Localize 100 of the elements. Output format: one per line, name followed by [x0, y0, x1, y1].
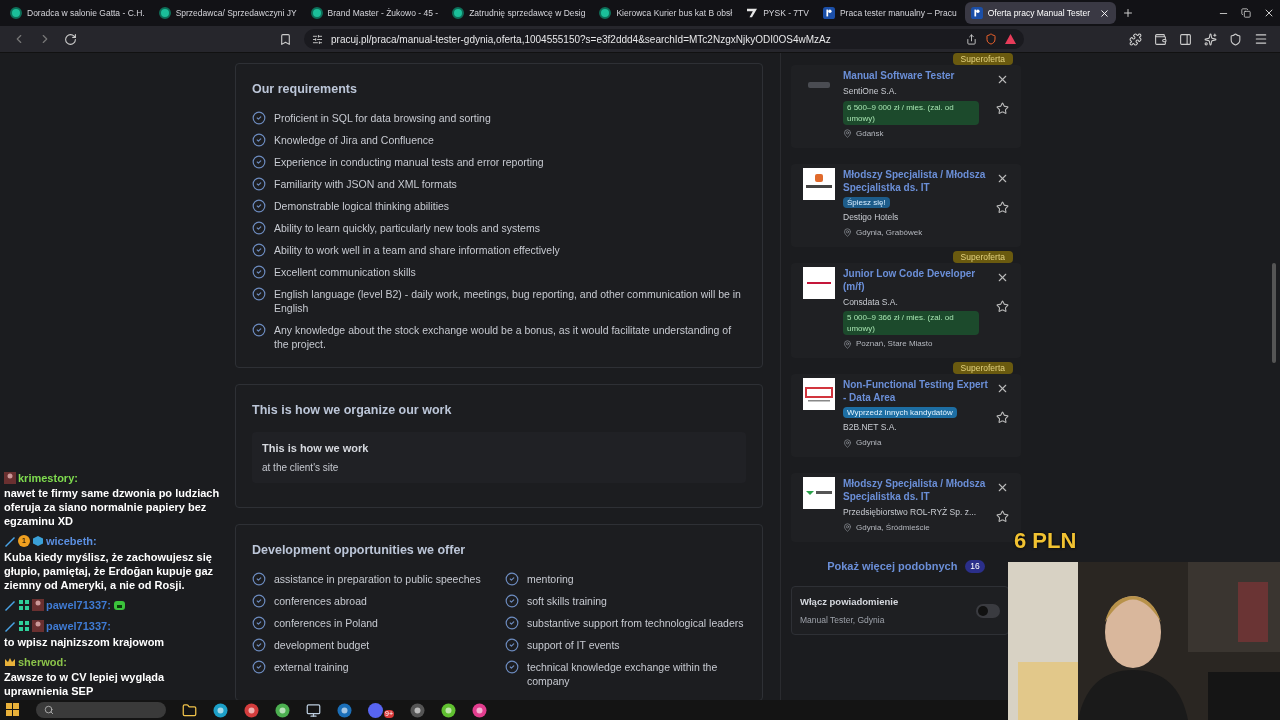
offer-card[interactable]: Manual Software Tester SentiOne S.A. 6 500–9 000 zł / mies. (zal. od umowy) Gdańsk [791, 65, 1021, 148]
app-icon[interactable] [244, 702, 259, 718]
share-icon[interactable] [966, 33, 977, 45]
favorite-star-icon[interactable] [996, 411, 1009, 425]
offer-card[interactable]: Młodszy Specjalista / Młodsza Specjalistka ds. IT Śpiesz się! Destigo Hotels Gdynia, Grabówek [791, 163, 1021, 247]
browser-tab[interactable]: Oferta pracy Manual Tester [964, 2, 1117, 24]
list-item-text: Ability to work well in a team and share information effectively [274, 242, 560, 257]
close-tab-icon[interactable] [1099, 7, 1111, 19]
monitor-icon[interactable] [306, 702, 321, 718]
browser-tab[interactable]: Kierowca Kurier bus kat B obsł [593, 2, 739, 24]
list-item-text: technical knowledge exchange within the company [527, 659, 719, 688]
superoffer-tag: Superoferta [952, 53, 1013, 65]
offer-title[interactable]: Młodszy Specjalista / Młodsza Specjalistka ds. IT [843, 167, 988, 194]
list-item-text: Familiarity with JSON and XML formats [274, 176, 457, 191]
notification-toggle[interactable] [976, 603, 1000, 618]
shield-icon[interactable] [1229, 32, 1242, 46]
notification-title: Włącz powiadomienie [800, 595, 900, 610]
chat-app-icon[interactable] [368, 702, 383, 718]
address-bar[interactable]: pracuj.pl/praca/manual-tester-gdynia,oferta,1004555150?s=e3f2ddd4&searchId=MTc2NzgxNjkyODI0OS4wMzAz [304, 29, 1024, 49]
browser-tab[interactable]: Zatrudnię sprzedawcę w Desig [446, 2, 592, 24]
bookmark-icon[interactable] [279, 32, 292, 46]
avatar-icon [32, 598, 44, 611]
check-icon [252, 110, 266, 125]
browser-tab[interactable]: Doradca w salonie Gatta - C.H. [4, 2, 151, 24]
check-icon [252, 176, 266, 191]
list-item-text: conferences abroad [274, 593, 367, 608]
show-more-link[interactable]: Pokaż więcej podobnych [827, 557, 958, 575]
offer-card[interactable]: Junior Low Code Developer (m/f) Consdata S.A. 5 000–9 366 zł / mies. (zal. od umowy) Poznań, Stare Miasto [791, 262, 1021, 359]
check-icon [252, 286, 266, 301]
sidebar-icon[interactable] [1179, 32, 1192, 46]
site-settings-icon[interactable] [312, 33, 323, 45]
scrollbar[interactable] [1272, 263, 1276, 363]
company-logo [808, 82, 830, 88]
folder-icon[interactable] [182, 702, 197, 718]
shield-icon[interactable] [985, 33, 997, 45]
chat-message: to wpisz najnizszom krajowom [4, 634, 165, 649]
list-item-text: Knowledge of Jira and Confluence [274, 132, 434, 147]
check-icon [252, 264, 266, 279]
site-icon [599, 7, 612, 19]
company-name: SentiOne S.A. [843, 85, 898, 98]
browser-tab[interactable]: PYSK - 7TV [740, 2, 815, 24]
app-icon[interactable] [275, 702, 290, 718]
list-item-text: soft skills training [527, 593, 607, 608]
app-icon[interactable] [213, 702, 228, 718]
sparkle-icon[interactable] [1204, 32, 1217, 46]
list-item-text: substantive support from technological leaders [527, 615, 744, 630]
check-icon [252, 659, 266, 674]
site-icon [822, 7, 835, 19]
subheading: This is how we work [262, 440, 370, 456]
url-text: pracuj.pl/praca/manual-tester-gdynia,oferta,1004555150?s=e3f2ddd4&searchId=MTc2NzgxNjkyODI0OS4wMzAz [331, 32, 832, 47]
site-icon [10, 7, 22, 19]
chat-username: krimestory: [18, 470, 78, 486]
chat-message: Zawsze to w CV lepiej wygląda uprawnienia SEP [4, 670, 166, 698]
search-icon [44, 705, 54, 715]
check-icon [252, 571, 266, 586]
new-tab-icon[interactable] [1122, 7, 1135, 19]
browser-tab[interactable]: Sprzedawca/ Sprzedawczyni JY [152, 2, 303, 24]
dismiss-icon[interactable] [996, 481, 1009, 494]
offer-card[interactable]: Non-Functional Testing Expert - Data Area Wyprzedź innych kandydatów B2B.NET S.A. Gdynia [791, 374, 1021, 457]
reload-icon[interactable] [64, 32, 77, 46]
dismiss-icon[interactable] [996, 73, 1009, 86]
taskbar-search-field[interactable] [36, 702, 166, 718]
extensions-icon[interactable] [1129, 32, 1142, 46]
company-name: Destigo Hotels [843, 210, 900, 224]
wallet-icon[interactable] [1154, 32, 1167, 46]
check-icon [252, 242, 266, 257]
favorite-star-icon[interactable] [996, 200, 1009, 214]
company-logo [803, 378, 835, 411]
start-icon[interactable] [6, 703, 20, 717]
restore-icon[interactable] [1241, 8, 1251, 18]
browser-tab[interactable]: Praca tester manualny – Pracu [816, 2, 963, 24]
chat-message: nawet te firmy same dzwonia po ludziach oferuja za siano normalnie papiery bez egzaminu XD [4, 486, 221, 528]
chat-username: pawel71337: [46, 619, 111, 634]
site-icon [310, 7, 323, 19]
site-icon [452, 7, 465, 19]
app-icon[interactable] [410, 702, 425, 718]
app-icon[interactable] [337, 702, 352, 718]
offer-title[interactable]: Junior Low Code Developer (m/f) [843, 266, 988, 293]
app-icon[interactable] [441, 702, 456, 718]
triangle-icon[interactable] [1005, 34, 1016, 44]
app-icon[interactable] [472, 702, 487, 718]
favorite-star-icon[interactable] [996, 102, 1009, 115]
favorite-star-icon[interactable] [996, 510, 1009, 523]
location-icon [843, 339, 852, 349]
check-icon [252, 593, 266, 608]
cube-icon [32, 535, 44, 548]
browser-tab[interactable]: Brand Master - Żukowo - 45 - [304, 2, 445, 24]
offer-title[interactable]: Młodszy Specjalista / Młodsza Specjalistka ds. IT [843, 477, 988, 503]
favorite-star-icon[interactable] [996, 299, 1009, 313]
location-text: Gdynia [856, 437, 882, 449]
section-heading: Development opportunities we offer [252, 542, 467, 559]
menu-icon[interactable] [1254, 32, 1268, 46]
offer-title[interactable]: Manual Software Tester [843, 69, 988, 82]
offer-title[interactable]: Non-Functional Testing Expert - Data Area [843, 378, 988, 405]
location-text: Poznań, Stare Miasto [856, 338, 933, 351]
check-icon [252, 637, 266, 652]
company-name: Przedsiębiorstwo ROL-RYŻ Sp. z... [843, 506, 978, 519]
check-icon [252, 220, 266, 235]
close-window-icon[interactable] [1263, 7, 1275, 19]
list-item-text: mentoring [527, 571, 574, 586]
